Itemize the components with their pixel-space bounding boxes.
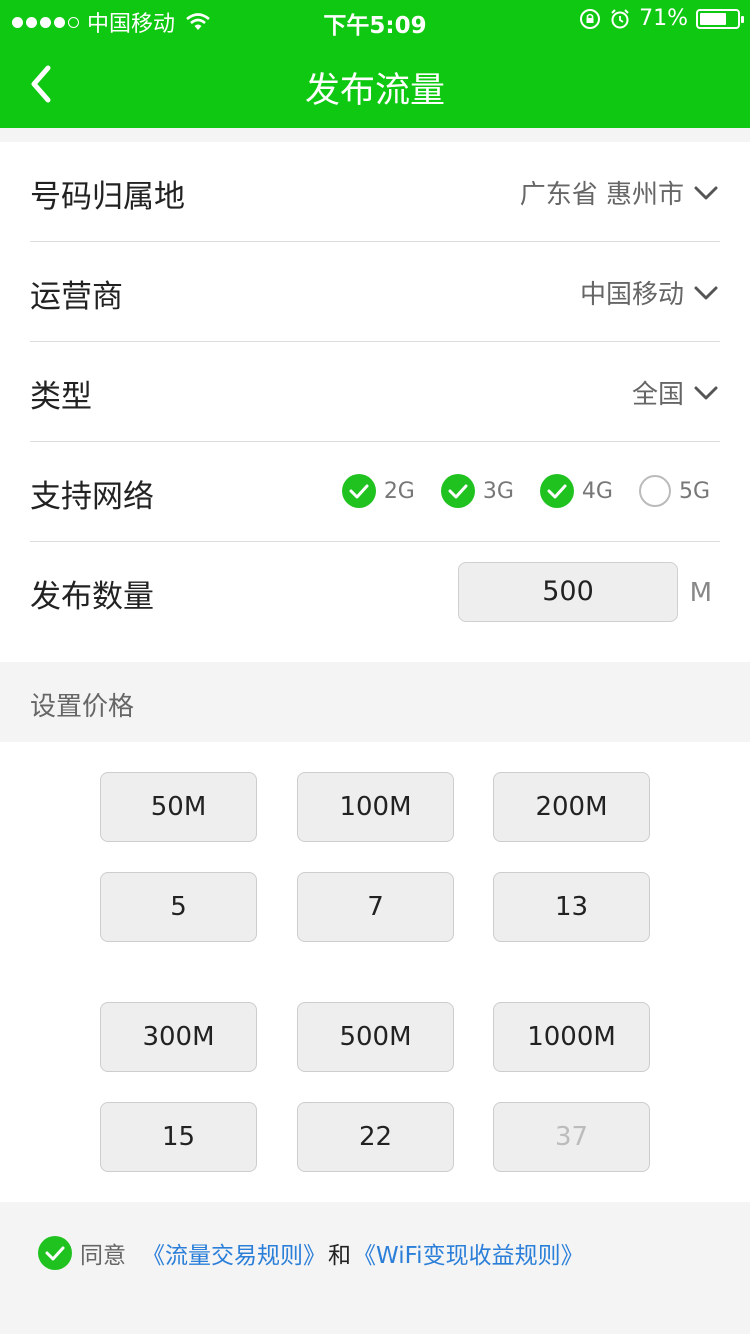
- size-button-500m[interactable]: 500M: [297, 1002, 454, 1072]
- price-input-1000m[interactable]: 37: [493, 1102, 650, 1172]
- region-value: 广东省 惠州市: [519, 180, 684, 210]
- network-option-label: 4G: [581, 478, 613, 504]
- operator-value: 中国移动: [579, 280, 684, 310]
- size-button-1000m[interactable]: 1000M: [493, 1002, 650, 1072]
- size-button-100m[interactable]: 100M: [297, 772, 454, 842]
- network-option-label: 3G: [482, 478, 514, 504]
- status-bar: 中国移动 下午5:09 71%: [0, 0, 750, 40]
- chevron-down-icon: [694, 186, 718, 199]
- network-row: 支持网络 2G 3G 4G 5G: [30, 442, 720, 542]
- type-label: 类型: [30, 379, 92, 415]
- operator-row[interactable]: 运营商 中国移动: [30, 242, 720, 342]
- price-section-title: 设置价格: [30, 692, 135, 722]
- price-input-50m[interactable]: 5: [100, 872, 257, 942]
- check-circle-icon: [440, 474, 475, 508]
- agreement-and: 和: [328, 1243, 351, 1269]
- chevron-down-icon: [694, 286, 718, 299]
- quantity-input[interactable]: 500: [458, 562, 678, 622]
- agreement-line: 同意 《流量交易规则》 和 《WiFi变现收益规则》: [38, 1236, 584, 1270]
- network-option-3g[interactable]: 3G: [440, 474, 514, 508]
- wifi-rules-link[interactable]: 《WiFi变现收益规则》: [353, 1236, 584, 1270]
- check-circle-icon: [539, 474, 574, 508]
- agree-check-icon[interactable]: [38, 1236, 72, 1270]
- type-row[interactable]: 类型 全国: [30, 342, 720, 442]
- check-circle-icon: [341, 474, 376, 508]
- size-button-50m[interactable]: 50M: [100, 772, 257, 842]
- agree-label: 同意: [80, 1243, 126, 1269]
- price-input-500m[interactable]: 22: [297, 1102, 454, 1172]
- form-card: 号码归属地 广东省 惠州市 运营商 中国移动 类型 全国 支持网络 2G 3G …: [0, 142, 750, 662]
- price-grid: 50M 100M 200M 5 7 13 300M 500M 1000M 15 …: [0, 742, 750, 1202]
- rotation-lock-icon: [580, 8, 601, 29]
- alarm-icon: [611, 8, 629, 28]
- type-value: 全国: [631, 380, 684, 410]
- type-selector[interactable]: 全国: [632, 374, 720, 411]
- status-right: 71%: [579, 6, 744, 31]
- network-label: 支持网络: [30, 479, 154, 515]
- quantity-label: 发布数量: [30, 579, 154, 615]
- network-options: 2G 3G 4G 5G: [341, 474, 710, 508]
- chevron-down-icon: [694, 386, 718, 399]
- region-selector[interactable]: 广东省 惠州市: [520, 174, 720, 211]
- price-input-300m[interactable]: 15: [100, 1102, 257, 1172]
- price-input-100m[interactable]: 7: [297, 872, 454, 942]
- network-option-label: 2G: [383, 478, 415, 504]
- empty-circle-icon: [638, 475, 671, 507]
- size-button-200m[interactable]: 200M: [493, 772, 650, 842]
- quantity-row: 发布数量 500 M: [30, 542, 720, 642]
- traffic-rules-link[interactable]: 《流量交易规则》: [142, 1236, 326, 1270]
- quantity-unit: M: [689, 578, 712, 608]
- battery-icon: [696, 8, 744, 29]
- operator-selector[interactable]: 中国移动: [580, 274, 720, 311]
- page-title: 发布流量: [304, 71, 445, 111]
- network-option-2g[interactable]: 2G: [341, 474, 415, 508]
- navigation-bar: 发布流量: [0, 40, 750, 128]
- region-label: 号码归属地: [30, 179, 185, 215]
- region-row[interactable]: 号码归属地 广东省 惠州市: [30, 142, 720, 242]
- operator-label: 运营商: [30, 279, 123, 315]
- size-button-300m[interactable]: 300M: [100, 1002, 257, 1072]
- battery-percent: 71%: [639, 6, 688, 31]
- network-option-5g[interactable]: 5G: [638, 474, 710, 508]
- price-input-200m[interactable]: 13: [493, 872, 650, 942]
- network-option-4g[interactable]: 4G: [539, 474, 613, 508]
- network-option-label: 5G: [678, 478, 710, 504]
